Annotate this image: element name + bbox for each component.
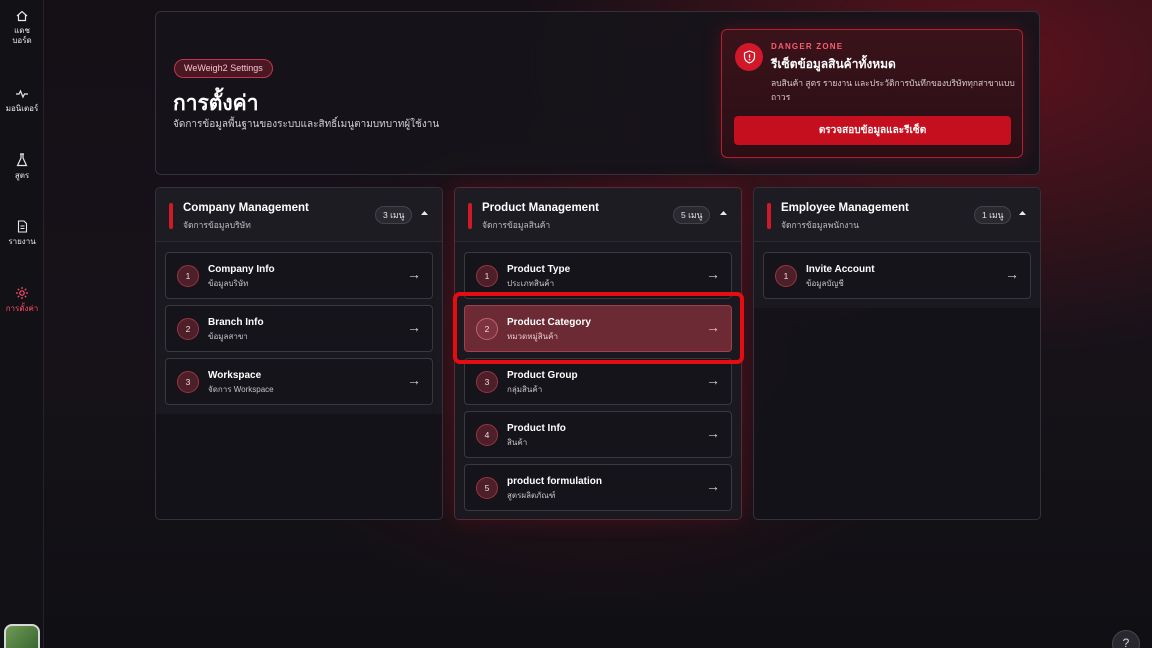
monitor-wave-icon xyxy=(16,89,28,99)
item-number: 2 xyxy=(177,318,199,340)
menu-item-invite-account[interactable]: 1 Invite Account ข้อมูลบัญชี → xyxy=(763,252,1031,299)
item-title: Product Type xyxy=(507,264,571,275)
menu-item-company-info[interactable]: 1 Company Info ข้อมูลบริษัท → xyxy=(165,252,433,299)
arrow-right-icon: → xyxy=(1005,266,1019,282)
sidebar-item-monitor[interactable]: มอนิเตอร์ xyxy=(0,88,44,114)
menu-item-product-type[interactable]: 1 Product Type ประเภทสินค้า → xyxy=(464,252,732,299)
item-title: Product Info xyxy=(507,423,566,434)
chevron-up-icon[interactable] xyxy=(719,209,728,217)
app-pill-badge: WeWeigh2 Settings xyxy=(174,59,273,78)
item-number: 1 xyxy=(775,265,797,287)
item-subtitle: ข้อมูลบัญชี xyxy=(806,279,844,288)
product-management-column: Product Management จัดการข้อมูลสินค้า 5 … xyxy=(454,187,742,520)
menu-count-badge: 5 เมนู xyxy=(673,206,711,224)
chevron-up-icon[interactable] xyxy=(1018,209,1027,217)
item-title: Workspace xyxy=(208,370,262,381)
menu-item-branch-info[interactable]: 2 Branch Info ข้อมูลสาขา → xyxy=(165,305,433,352)
arrow-right-icon: → xyxy=(407,319,421,335)
menu-count-badge: 3 เมนู xyxy=(375,206,413,224)
chevron-up-icon[interactable] xyxy=(420,209,429,217)
menu-item-product-category[interactable]: 2 Product Category หมวดหมู่สินค้า → xyxy=(464,305,732,352)
column-title: Employee Management xyxy=(781,202,909,214)
column-subtitle: จัดการข้อมูลพนักงาน xyxy=(781,220,860,230)
menu-item-product-formulation[interactable]: 5 product formulation สูตรผลิตภัณฑ์ → xyxy=(464,464,732,511)
item-number: 5 xyxy=(476,477,498,499)
sidebar-item-report[interactable]: รายงาน xyxy=(0,220,44,247)
column-header[interactable]: Product Management จัดการข้อมูลสินค้า 5 … xyxy=(455,188,741,242)
accent-bar xyxy=(468,203,472,229)
document-icon xyxy=(17,220,27,233)
company-management-column: Company Management จัดการข้อมูลบริษัท 3 … xyxy=(155,187,443,520)
item-subtitle: หมวดหมู่สินค้า xyxy=(507,332,558,341)
menu-item-product-group[interactable]: 3 Product Group กลุ่มสินค้า → xyxy=(464,358,732,405)
help-button[interactable]: ? xyxy=(1112,630,1140,648)
arrow-right-icon: → xyxy=(706,372,720,388)
reset-data-button[interactable]: ตรวจสอบข้อมูลและรีเซ็ต xyxy=(734,116,1011,145)
item-title: Company Info xyxy=(208,264,275,275)
item-subtitle: สินค้า xyxy=(507,438,528,447)
sidebar-item-label: มอนิเตอร์ xyxy=(5,104,39,113)
item-subtitle: ประเภทสินค้า xyxy=(507,279,555,288)
page-title: การตั้งค่า xyxy=(173,92,259,115)
sidebar-item-label: การตั้งค่า xyxy=(5,304,39,313)
item-subtitle: สูตรผลิตภัณฑ์ xyxy=(507,491,556,500)
sidebar-item-formula[interactable]: สูตร xyxy=(0,153,44,181)
item-number: 3 xyxy=(476,371,498,393)
avatar[interactable] xyxy=(4,624,40,648)
gear-icon xyxy=(16,287,28,299)
column-subtitle: จัดการข้อมูลบริษัท xyxy=(183,220,251,230)
sidebar-item-label: รายงาน xyxy=(8,237,36,246)
employee-management-column: Employee Management จัดการข้อมูลพนักงาน … xyxy=(753,187,1041,520)
item-title: Invite Account xyxy=(806,264,875,275)
accent-bar xyxy=(169,203,173,229)
danger-zone-label: DANGER ZONE xyxy=(771,42,844,51)
page-subtitle: จัดการข้อมูลพื้นฐานของระบบและสิทธิ์เมนูต… xyxy=(173,119,440,130)
item-number: 1 xyxy=(177,265,199,287)
sidebar: แดช บอร์ด มอนิเตอร์ สูตร รายงาน การตั้งค… xyxy=(0,0,44,648)
column-header[interactable]: Company Management จัดการข้อมูลบริษัท 3 … xyxy=(156,188,442,242)
arrow-right-icon: → xyxy=(706,319,720,335)
item-subtitle: กลุ่มสินค้า xyxy=(507,385,543,394)
item-title: product formulation xyxy=(507,476,602,487)
shield-alert-icon xyxy=(735,43,763,71)
danger-zone-description: ลบสินค้า สูตร รายงาน และประวัติการบันทึก… xyxy=(771,78,1015,102)
item-title: Product Category xyxy=(507,317,591,328)
danger-zone-title: รีเซ็ตข้อมูลสินค้าทั้งหมด xyxy=(771,57,896,71)
item-number: 1 xyxy=(476,265,498,287)
item-title: Product Group xyxy=(507,370,578,381)
settings-header-panel: WeWeigh2 Settings การตั้งค่า จัดการข้อมู… xyxy=(155,11,1040,175)
home-icon xyxy=(16,10,28,22)
arrow-right-icon: → xyxy=(706,425,720,441)
column-header[interactable]: Employee Management จัดการข้อมูลพนักงาน … xyxy=(754,188,1040,242)
arrow-right-icon: → xyxy=(407,372,421,388)
arrow-right-icon: → xyxy=(407,266,421,282)
item-number: 2 xyxy=(476,318,498,340)
item-subtitle: ข้อมูลสาขา xyxy=(208,332,248,341)
item-number: 3 xyxy=(177,371,199,393)
item-subtitle: ข้อมูลบริษัท xyxy=(208,279,249,288)
column-subtitle: จัดการข้อมูลสินค้า xyxy=(482,220,551,230)
item-number: 4 xyxy=(476,424,498,446)
danger-zone-card: DANGER ZONE รีเซ็ตข้อมูลสินค้าทั้งหมด ลบ… xyxy=(721,29,1023,158)
flask-icon xyxy=(16,153,28,167)
item-title: Branch Info xyxy=(208,317,264,328)
sidebar-item-label: แดช บอร์ด xyxy=(12,26,32,45)
column-title: Company Management xyxy=(183,202,309,214)
sidebar-item-label: สูตร xyxy=(14,171,30,180)
item-subtitle: จัดการ Workspace xyxy=(208,385,274,394)
menu-item-product-info[interactable]: 4 Product Info สินค้า → xyxy=(464,411,732,458)
menu-count-badge: 1 เมนู xyxy=(974,206,1012,224)
sidebar-item-dashboard[interactable]: แดช บอร์ด xyxy=(0,10,44,46)
column-title: Product Management xyxy=(482,202,599,214)
sidebar-item-settings[interactable]: การตั้งค่า xyxy=(0,286,44,314)
menu-item-workspace[interactable]: 3 Workspace จัดการ Workspace → xyxy=(165,358,433,405)
accent-bar xyxy=(767,203,771,229)
arrow-right-icon: → xyxy=(706,266,720,282)
arrow-right-icon: → xyxy=(706,478,720,494)
